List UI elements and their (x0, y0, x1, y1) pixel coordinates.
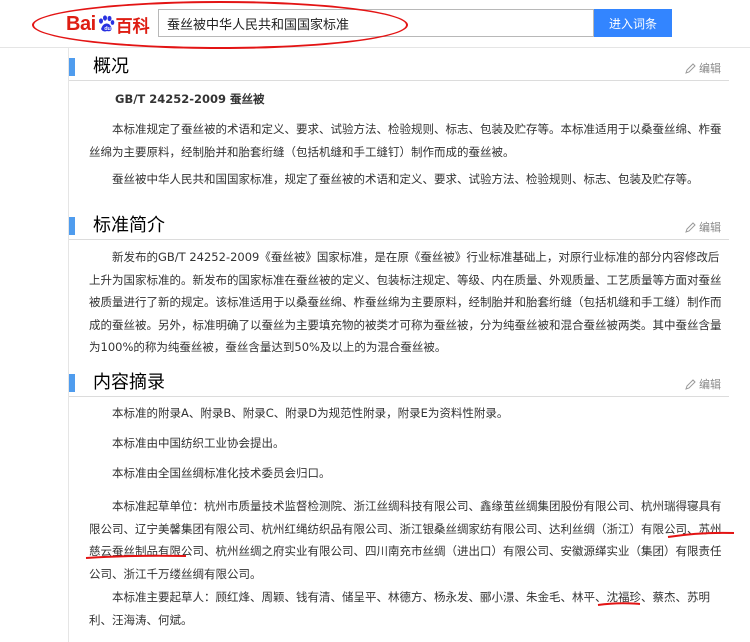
paragraph: 本标准由全国丝绸标准化技术委员会归口。 (112, 466, 331, 480)
section-bar (69, 58, 75, 76)
logo-bai-text: Bai (66, 12, 96, 35)
section-divider (69, 80, 729, 81)
baidu-baike-logo[interactable]: Bai du 百科 (66, 12, 150, 37)
edit-link[interactable]: 编辑 (685, 376, 721, 392)
section-header-overview: 概况 编辑 (69, 54, 729, 80)
article-content: 概况 编辑 GB/T 24252-2009 蚕丝被 本标准规定了蚕丝被的术语和定… (68, 48, 750, 642)
section-title: 概况 (93, 56, 129, 77)
edit-link[interactable]: 编辑 (685, 219, 721, 235)
section-divider (69, 396, 729, 397)
edit-link[interactable]: 编辑 (685, 60, 721, 76)
pencil-icon (685, 221, 696, 233)
paragraph: 新发布的GB/T 24252-2009《蚕丝被》国家标准，是在原《蚕丝被》行业标… (89, 250, 722, 354)
section-header-summary: 内容摘录 编辑 (69, 370, 729, 396)
logo-baike-text: 百科 (115, 16, 150, 37)
svg-text:du: du (104, 26, 111, 32)
edit-label: 编辑 (699, 221, 721, 234)
pencil-icon (685, 378, 696, 390)
edit-label: 编辑 (699, 378, 721, 391)
standard-subtitle: GB/T 24252-2009 蚕丝被 (115, 92, 265, 106)
paragraph: 本标准规定了蚕丝被的术语和定义、要求、试验方法、检验规则、标志、包装及贮存等。本… (89, 122, 722, 159)
section-divider (69, 239, 729, 240)
paragraph: 本标准起草单位：杭州市质量技术监督检测院、浙江丝绸科技有限公司、鑫缘茧丝绸集团股… (89, 499, 722, 581)
paragraph: 蚕丝被中华人民共和国国家标准，规定了蚕丝被的术语和定义、要求、试验方法、检验规则… (112, 172, 699, 186)
section-bar (69, 217, 75, 235)
paragraph: 本标准由中国纺织工业协会提出。 (112, 436, 285, 450)
paragraph: 本标准主要起草人：顾红烽、周颖、钱有清、储呈平、林德方、杨永发、郦小澋、朱金毛、… (89, 590, 710, 627)
enter-entry-button[interactable]: 进入词条 (594, 9, 672, 37)
section-bar (69, 374, 75, 392)
search-box[interactable] (158, 9, 594, 37)
top-header: Bai du 百科 进入词条 (0, 0, 750, 49)
paragraph: 本标准的附录A、附录B、附录C、附录D为规范性附录，附录E为资料性附录。 (112, 406, 509, 420)
section-header-intro: 标准简介 编辑 (69, 213, 729, 239)
search-input[interactable] (159, 10, 593, 36)
section-title: 标准简介 (93, 215, 165, 236)
edit-label: 编辑 (699, 62, 721, 75)
section-title: 内容摘录 (93, 372, 165, 393)
paw-icon: du (97, 15, 115, 33)
pencil-icon (685, 62, 696, 74)
